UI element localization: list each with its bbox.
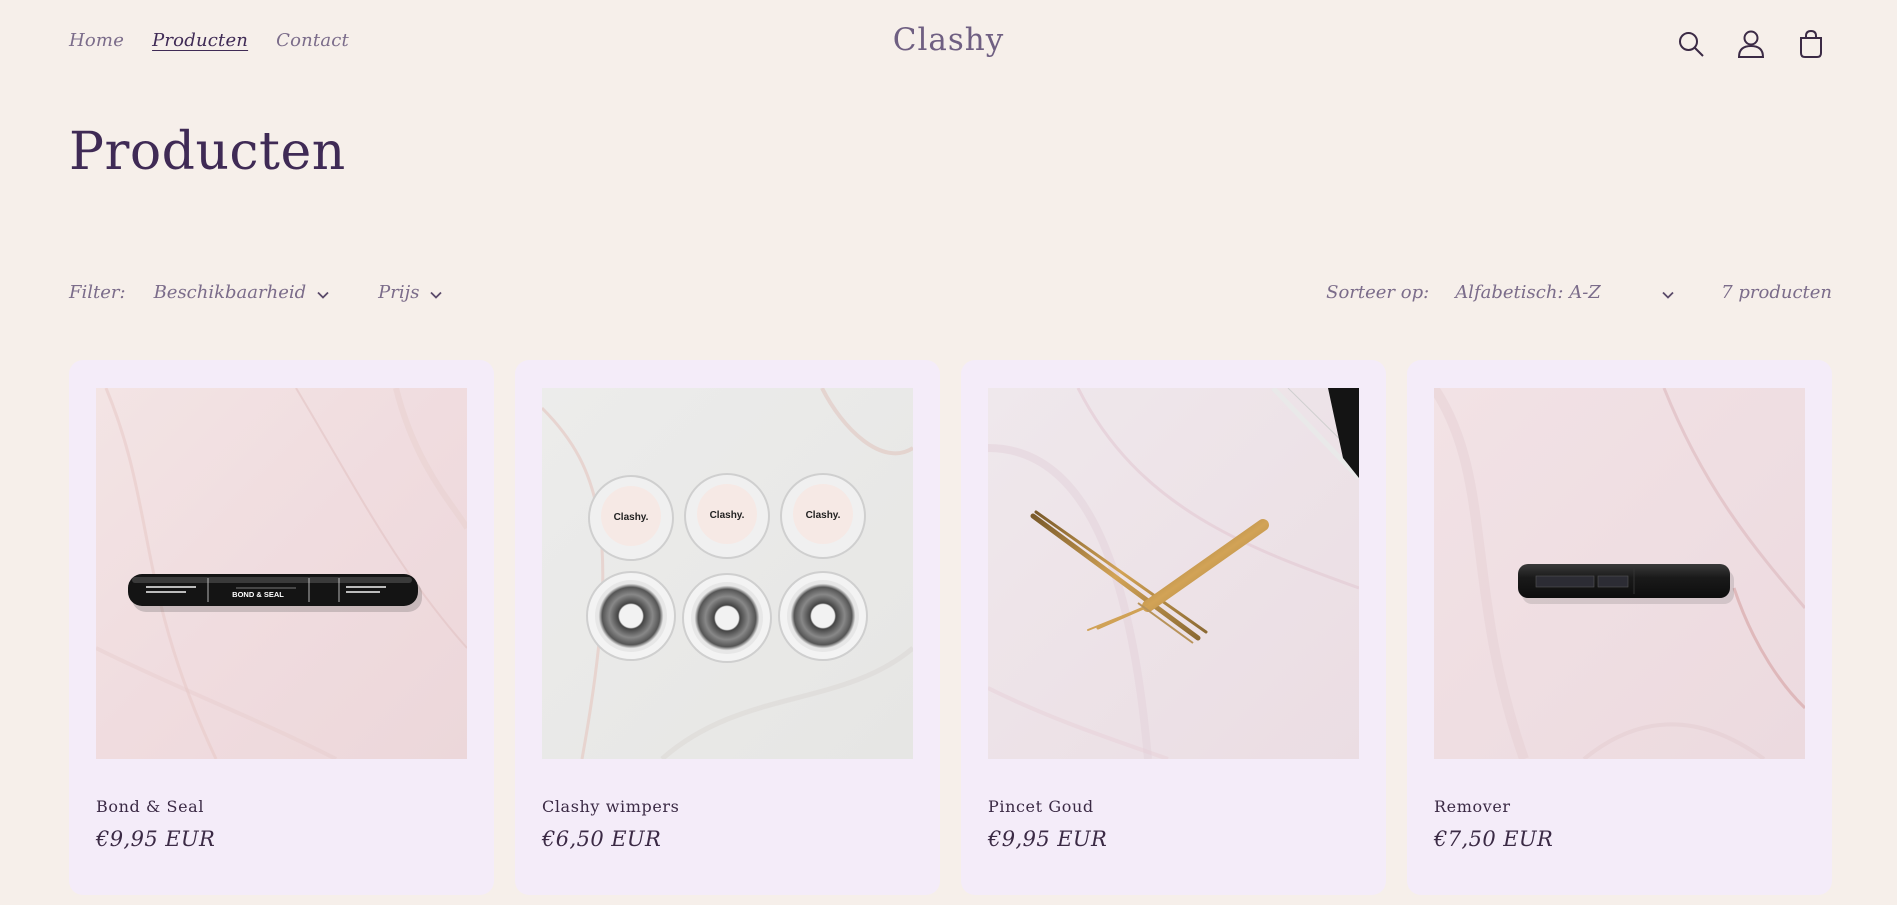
product-price: €9,95 EUR [988, 827, 1108, 851]
product-price: €6,50 EUR [542, 827, 662, 851]
filter-availability-dropdown[interactable]: Beschikbaarheid [154, 282, 331, 303]
product-card[interactable]: Remover €7,50 EUR [1407, 360, 1832, 895]
product-image[interactable]: BOND & SEAL [96, 388, 467, 759]
product-image[interactable]: Clashy. Clashy. Clashy. [542, 388, 913, 759]
chevron-down-icon [429, 286, 443, 300]
product-image[interactable] [988, 388, 1359, 759]
product-price: €7,50 EUR [1434, 827, 1554, 851]
product-card[interactable]: Clashy. Clashy. Clashy. Clashy wimpers €… [515, 360, 940, 895]
product-name[interactable]: Pincet Goud [988, 797, 1094, 816]
filter-bar: Filter: Beschikbaarheid Prijs Sorteer op… [69, 282, 1832, 306]
filter-label: Filter: [69, 282, 126, 303]
product-card[interactable]: Pincet Goud €9,95 EUR [961, 360, 1386, 895]
sort-group: Sorteer op: Alfabetisch: A-Z 7 producten [1326, 282, 1832, 303]
bond-seal-image: BOND & SEAL [96, 388, 467, 759]
product-price: €9,95 EUR [96, 827, 216, 851]
sort-select[interactable]: Alfabetisch: A-Z [1455, 282, 1675, 303]
sort-label: Sorteer op: [1326, 282, 1430, 303]
product-grid: BOND & SEAL Bond & Seal €9,95 EUR Clashy… [69, 360, 1832, 895]
tube-label: BOND & SEAL [232, 590, 284, 599]
site-logo[interactable]: Clashy [0, 22, 1897, 58]
case-label: Clashy. [710, 510, 745, 521]
account-icon[interactable] [1735, 27, 1767, 61]
product-count: 7 producten [1721, 282, 1832, 303]
product-card[interactable]: BOND & SEAL Bond & Seal €9,95 EUR [69, 360, 494, 895]
filter-availability-label: Beschikbaarheid [153, 282, 307, 303]
chevron-down-icon [316, 286, 330, 300]
product-name[interactable]: Bond & Seal [96, 797, 204, 816]
site-header: Home Producten Contact Clashy [0, 0, 1897, 88]
sort-value: Alfabetisch: A-Z [1455, 282, 1601, 303]
page-title: Producten [69, 122, 346, 182]
product-image[interactable] [1434, 388, 1805, 759]
case-label: Clashy. [614, 512, 649, 523]
product-name[interactable]: Remover [1434, 797, 1511, 816]
chevron-down-icon [1661, 286, 1675, 300]
remover-image [1434, 388, 1805, 759]
cart-icon[interactable] [1795, 27, 1827, 61]
case-label: Clashy. [806, 510, 841, 521]
product-name[interactable]: Clashy wimpers [542, 797, 680, 816]
filter-price-dropdown[interactable]: Prijs [378, 282, 443, 303]
search-icon[interactable] [1675, 27, 1707, 61]
filter-group: Filter: Beschikbaarheid Prijs [69, 282, 443, 303]
filter-price-label: Prijs [378, 282, 420, 303]
header-icons [1675, 27, 1827, 61]
tweezers-image [988, 388, 1359, 759]
lash-trays-image: Clashy. Clashy. Clashy. [542, 388, 913, 759]
